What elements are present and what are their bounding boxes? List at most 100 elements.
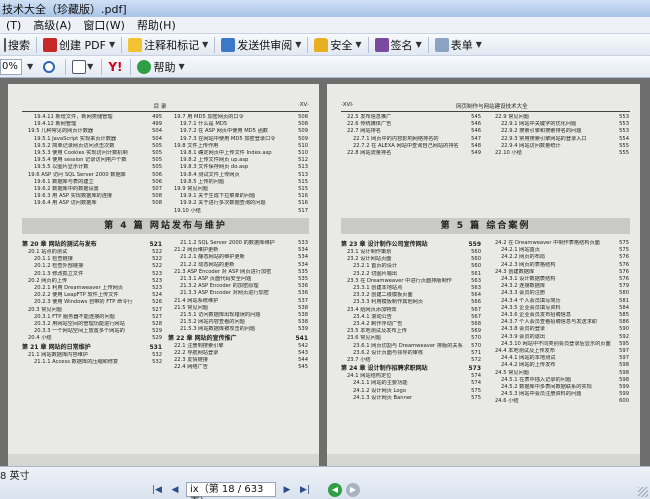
toc-entry-page: 572 xyxy=(471,357,481,364)
toc-entry: 第 24 章 设计制作招聘求职网站 573 xyxy=(341,364,481,373)
toc-entry-title: 24.5.3 网站中会员注册资料的问题 xyxy=(501,391,582,398)
zoom-in-icon[interactable] xyxy=(43,60,56,73)
comment-icon xyxy=(128,37,143,52)
yahoo-icon[interactable]: Y! xyxy=(108,60,122,74)
toc-entry: 19.4.11 新增文件，新网类储管理 495 xyxy=(22,114,162,121)
toc-entry-title: 19.8.3 文件保存网页 do.asp xyxy=(180,164,249,171)
toc-entry-title: 24.3.4 个人会员填写简历 xyxy=(501,297,561,304)
previous-view-icon[interactable]: ◀ xyxy=(328,482,342,497)
toc-entry: 22.2 导航网站登录 543 xyxy=(168,350,308,357)
toc-entry-page: 536 xyxy=(298,283,308,290)
toc-entry: 23.3.2 创建二级模板页面 564 xyxy=(341,292,481,299)
toc-entry: 21.5.1 访问数据库出现错误的问题 538 xyxy=(168,312,308,319)
toc-entry-page: 592 xyxy=(619,333,629,340)
first-page-icon[interactable]: |◀ xyxy=(150,483,164,497)
toc-entry-title: 22.6 传统媒体广告 xyxy=(347,121,392,128)
forms-button[interactable]: 表单 ▼ xyxy=(431,35,486,55)
zoom-dropdown-icon[interactable]: ▼ xyxy=(23,62,37,71)
toc-entry-title: 23.3 在 Dreamweaver 中进行页面排版制作 xyxy=(347,277,452,284)
toc-entry-title: 第 24 章 设计制作招聘求职网站 xyxy=(341,365,428,373)
toc-entry-page: 570 xyxy=(471,342,481,349)
document-view[interactable]: 目 录 ·XV· 19.4.11 新增文件，新网类储管理 495 19.4.12 新… xyxy=(0,78,650,466)
menu-tools[interactable]: (T) xyxy=(0,19,27,32)
toc-entry-title: 24.5 常见问题 xyxy=(495,369,529,376)
toc-entry-title: 24.3.10 网站中不同类别会员登录后显示的页面 xyxy=(501,340,611,347)
toc-entry-page: 506 xyxy=(152,171,162,178)
create-pdf-icon xyxy=(43,37,57,52)
toc-entry-page: 523 xyxy=(152,285,162,292)
menu-advanced[interactable]: 高级(A) xyxy=(27,17,77,33)
sign-button[interactable]: 签名 ▼ xyxy=(371,35,426,55)
toc-entry: 24.2.1 网站首页 575 xyxy=(489,247,629,254)
toc-entry-page: 544 xyxy=(298,357,308,364)
toc-entry-title: 19.8.2 上传文件网页 up.asp xyxy=(180,157,249,164)
toc-entry: 20.2.1 利用 Dreamweaver 上传网页 523 xyxy=(22,285,162,292)
toc-entry-title: 22.4 网络广告 xyxy=(174,364,208,371)
toc-column: 24.2 在 Dreamweaver 中制作表格结构页面 575 24.2.1 网站… xyxy=(489,240,629,406)
toc-entry-page: 505 xyxy=(152,164,162,171)
toc-entry-title: 第 23 章 设计制作公司宣传网站 xyxy=(341,241,428,248)
toc-entry-title: 20.2 网页的上传 xyxy=(28,277,68,284)
toc-entry-title: 23.4.1 滚动公告 xyxy=(353,313,392,320)
page-number-label: ·XVI· xyxy=(341,102,354,108)
toc-entry-title: 24.2.3 网页的表格结构 xyxy=(501,261,556,268)
forms-label: 表单 xyxy=(450,38,473,52)
next-page-icon[interactable]: ▶ xyxy=(280,483,294,497)
toc-entry: 23.4 给网页添加特效 567 xyxy=(341,307,481,314)
forms-icon xyxy=(434,37,449,52)
toc-entry-page: 560 xyxy=(471,256,481,263)
resize-grip-icon[interactable] xyxy=(638,487,648,497)
toc-entry-page: 534 xyxy=(298,247,308,254)
toc-entry: 23.3 在 Dreamweaver 中进行页面排版制作 563 xyxy=(341,278,481,285)
toc-entry-title: 24.2.1 网站首页 xyxy=(501,247,540,254)
send-review-button[interactable]: 发送供审阅 ▼ xyxy=(217,35,305,55)
toc-entry-page: 585 xyxy=(619,312,629,319)
toc-entry: 24.3.9 会员的退出 592 xyxy=(489,334,629,341)
toc-entry-page: 546 xyxy=(471,121,481,128)
toc-entry-page: 546 xyxy=(471,128,481,135)
search-button[interactable]: 搜索 xyxy=(0,35,34,55)
toc-column: 第 20 章 网站的测试与发布 521 20.1 站点的测试 522 20.1.1 检查… xyxy=(22,240,162,366)
toc-entry-title: 24.1.2 设计网页 Logo xyxy=(353,387,406,394)
comment-markup-button[interactable]: 注释和标记 ▼ xyxy=(124,35,212,55)
menu-help[interactable]: 帮助(H) xyxy=(131,17,182,33)
menu-window[interactable]: 窗口(W) xyxy=(77,17,130,33)
previous-page-icon[interactable]: ◀ xyxy=(168,483,182,497)
toc-entry-page: 597 xyxy=(619,355,629,362)
toc-entry: 21.4 网站系统维护 537 xyxy=(168,298,308,305)
toc-entry-title: 22.9.1 网站中关键字的优化问题 xyxy=(501,121,577,128)
toc-entry-title: 24.6 小结 xyxy=(495,398,519,405)
toc-entry-title: 24.1.1 网站的主要功能 xyxy=(353,380,408,387)
create-pdf-button[interactable]: 创建 PDF ▼ xyxy=(39,35,119,55)
toc-entry: 19.9 常见问题 515 xyxy=(168,186,308,193)
toc-entry: 24.5 常见问题 598 xyxy=(489,370,629,377)
toc-entry-title: 20.1.1 检查链接 xyxy=(34,256,73,263)
security-button[interactable]: 安全 ▼ xyxy=(310,35,365,55)
toc-entry: 19.5.4 使用 session 记录访问用户个数 505 xyxy=(22,157,162,164)
chevron-down-icon: ▼ xyxy=(355,40,362,49)
toc-entry-title: 21.5 常见问题 xyxy=(174,304,208,311)
page-header-title: 网页制作与网站建设技术大全 xyxy=(456,104,528,110)
toc-entry: 19.5.3 使用 Cookies 实现访问计数机制 505 xyxy=(22,150,162,157)
toc-entry: 19.6 ASP 访问 SQL Server 2000 数据库 506 xyxy=(22,172,162,179)
help-button[interactable]: 帮助 ▼ xyxy=(133,57,188,77)
toc-entry: 20.3 常见问题 527 xyxy=(22,307,162,314)
toc-entry: 24.2 在 Dreamweaver 中制作表格结构页面 575 xyxy=(489,240,629,247)
status-bar: 8 英寸 |◀ ◀ ix（第 18 / 633 页） ▶ ▶| ◀ ▶ xyxy=(0,466,650,499)
zoom-input[interactable]: 0% xyxy=(0,58,22,75)
toc-entry-title: 24.3.7 个人会员查看招聘信息与发送求职 xyxy=(501,319,597,326)
toc-entry-title: 21.3.3 ASP Encoder 对网页进行加密 xyxy=(180,290,269,297)
chevron-down-icon[interactable]: ▼ xyxy=(87,62,93,71)
toc-entry-title: 21.1.1 Access 数据库的压缩和修复 xyxy=(34,358,119,365)
page-number-input[interactable]: ix（第 18 / 633 页） xyxy=(186,482,276,499)
toc-entry-page: 522 xyxy=(152,263,162,270)
toc-entry-page: 545 xyxy=(298,364,308,371)
page-layout-icon[interactable] xyxy=(72,59,87,74)
last-page-icon[interactable]: ▶| xyxy=(298,483,312,497)
toc-entry: 22.7.1 网页中的内容影响网络排名的 547 xyxy=(341,136,481,143)
toc-entry-page: 529 xyxy=(152,328,162,335)
page-footer-strip xyxy=(327,454,640,466)
toc-entry-title: 19.5.3 使用 Cookies 实现访问计数机制 xyxy=(34,150,128,157)
next-view-icon[interactable]: ▶ xyxy=(346,482,360,497)
toc-entry-page: 598 xyxy=(619,376,629,383)
